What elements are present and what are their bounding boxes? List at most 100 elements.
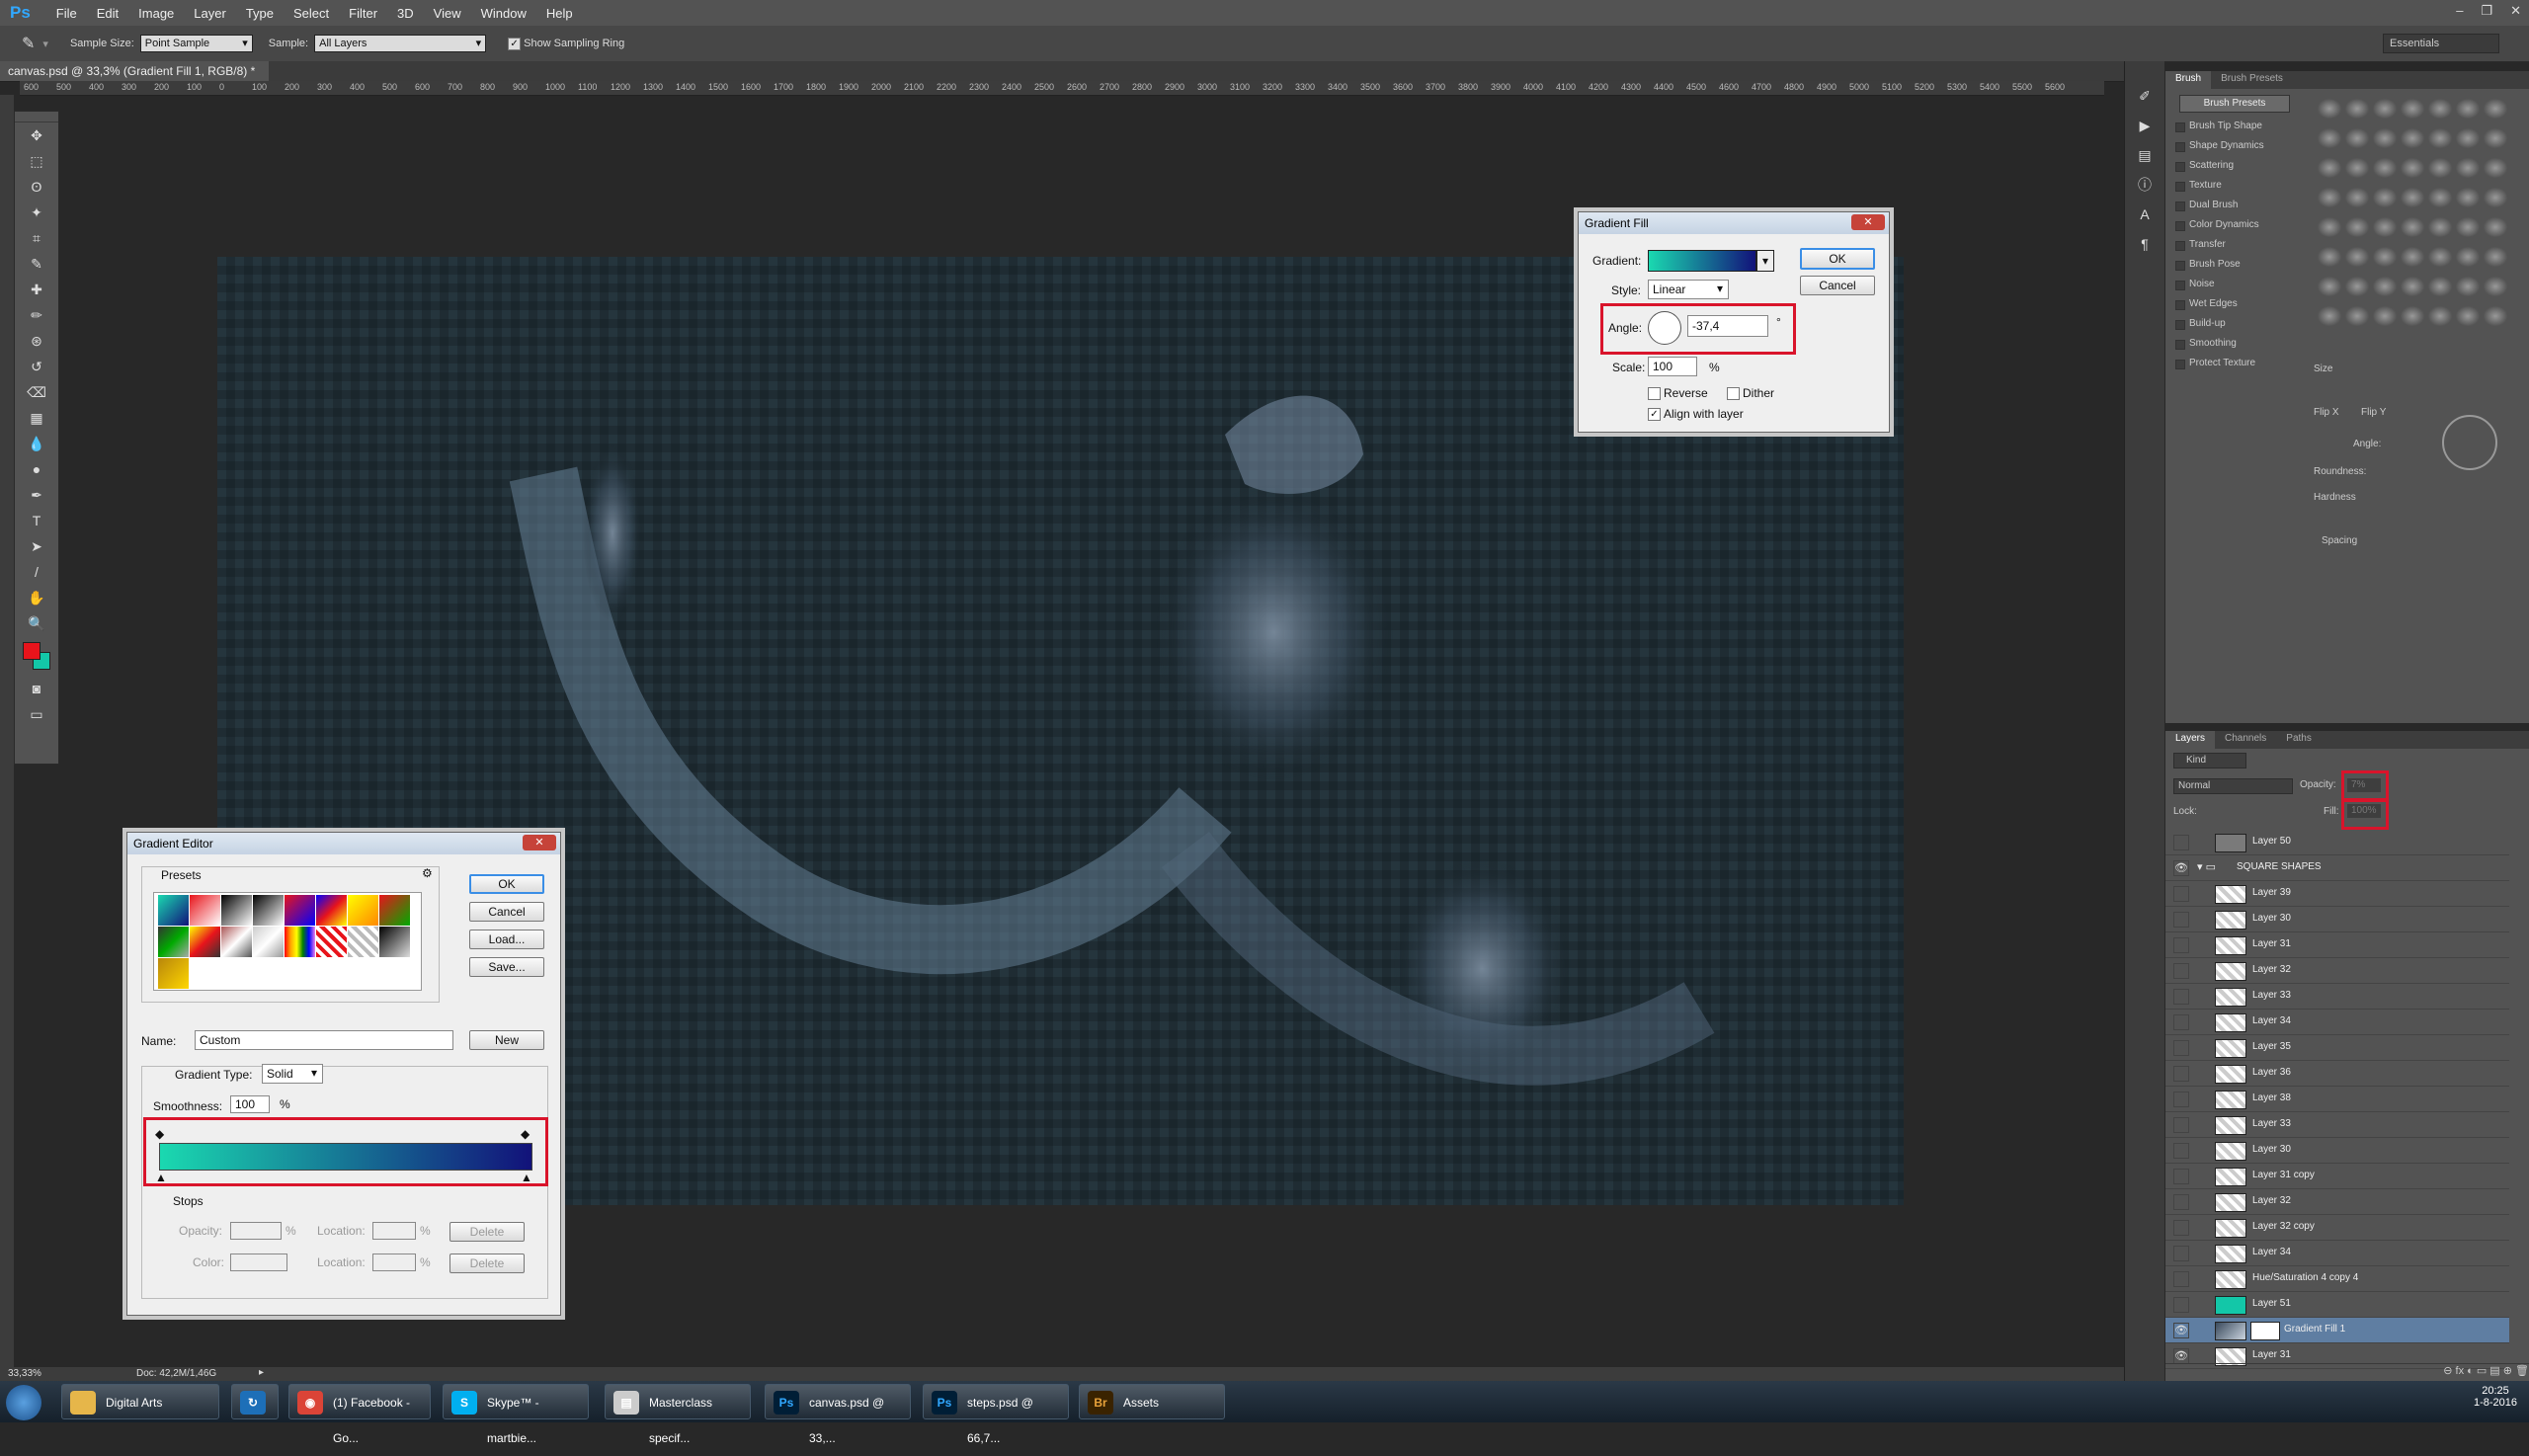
menu-layer[interactable]: Layer bbox=[184, 6, 236, 21]
minimize-icon[interactable]: – bbox=[2456, 3, 2463, 19]
tab-channels[interactable]: Channels bbox=[2215, 731, 2276, 749]
visibility-eye-icon[interactable] bbox=[2173, 1297, 2189, 1313]
layer-row[interactable]: Layer 39 bbox=[2165, 881, 2509, 907]
layer-row[interactable]: Layer 32 copy bbox=[2165, 1215, 2509, 1241]
visibility-eye-icon[interactable] bbox=[2173, 1040, 2189, 1056]
gradient-preset-swatch[interactable] bbox=[379, 927, 410, 957]
type-chevron-icon[interactable]: ▾ bbox=[311, 1066, 317, 1080]
menu-help[interactable]: Help bbox=[536, 6, 583, 21]
line-tool-icon[interactable]: / bbox=[15, 559, 58, 585]
type-tool-icon[interactable]: T bbox=[15, 508, 58, 533]
brush-tip-icon[interactable] bbox=[2484, 158, 2507, 178]
menu-file[interactable]: File bbox=[46, 6, 87, 21]
flip-y-label[interactable]: Flip Y bbox=[2361, 407, 2386, 418]
layer-row[interactable]: Layer 31 copy bbox=[2165, 1164, 2509, 1189]
brush-tip-icon[interactable] bbox=[2401, 99, 2424, 119]
tab-layers[interactable]: Layers bbox=[2165, 731, 2216, 749]
brush-tip-grid[interactable] bbox=[2318, 99, 2515, 346]
brush-tip-icon[interactable] bbox=[2373, 128, 2397, 148]
visibility-eye-icon[interactable]: 👁 bbox=[2173, 860, 2189, 876]
save-button[interactable]: Save... bbox=[469, 957, 544, 977]
brush-option-item[interactable]: Dual Brush bbox=[2165, 196, 2304, 215]
paragraph-icon[interactable]: ¶ bbox=[2125, 229, 2164, 259]
brush-tip-icon[interactable] bbox=[2456, 217, 2480, 237]
brush-tip-icon[interactable] bbox=[2484, 217, 2507, 237]
gradient-preset-swatch[interactable] bbox=[316, 895, 347, 926]
layer-row[interactable]: Layer 34 bbox=[2165, 1241, 2509, 1266]
close-icon[interactable]: ✕ bbox=[523, 835, 556, 850]
brush-tip-icon[interactable] bbox=[2345, 247, 2369, 267]
brush-option-item[interactable]: Build-up bbox=[2165, 314, 2304, 334]
path-select-tool-icon[interactable]: ➤ bbox=[15, 533, 58, 559]
brush-tip-icon[interactable] bbox=[2428, 128, 2452, 148]
menu-window[interactable]: Window bbox=[471, 6, 536, 21]
brush-tip-icon[interactable] bbox=[2456, 277, 2480, 296]
screen-mode-icon[interactable]: ▭ bbox=[15, 701, 58, 727]
document-tab[interactable]: canvas.psd @ 33,3% (Gradient Fill 1, RGB… bbox=[0, 61, 270, 81]
brush-tip-icon[interactable] bbox=[2373, 188, 2397, 207]
stop-color-swatch[interactable] bbox=[230, 1254, 287, 1271]
brush-option-item[interactable]: Texture bbox=[2165, 176, 2304, 196]
stamp-tool-icon[interactable]: ⊛ bbox=[15, 328, 58, 354]
brush-tip-icon[interactable] bbox=[2345, 158, 2369, 178]
brush-tip-icon[interactable] bbox=[2456, 306, 2480, 326]
menu-image[interactable]: Image bbox=[128, 6, 184, 21]
stop-opacity-input[interactable] bbox=[230, 1222, 282, 1240]
system-clock[interactable]: 20:25 1-8-2016 bbox=[2474, 1385, 2517, 1409]
tab-brush[interactable]: Brush bbox=[2165, 71, 2212, 89]
zoom-tool-icon[interactable]: 🔍 bbox=[15, 610, 58, 636]
layer-row[interactable]: Layer 35 bbox=[2165, 1035, 2509, 1061]
brush-tip-icon[interactable] bbox=[2401, 188, 2424, 207]
brush-option-item[interactable]: Noise bbox=[2165, 275, 2304, 294]
gradient-preset-swatch[interactable] bbox=[190, 895, 220, 926]
move-tool-icon[interactable]: ✥ bbox=[15, 122, 58, 148]
show-ring-checkbox[interactable]: ✓ bbox=[508, 37, 524, 50]
brush-tip-icon[interactable] bbox=[2318, 247, 2341, 267]
gradient-preset-swatch[interactable] bbox=[348, 927, 378, 957]
gradient-preset-swatch[interactable] bbox=[379, 895, 410, 926]
blur-tool-icon[interactable]: 💧 bbox=[15, 431, 58, 456]
zoom-level[interactable]: 33,33% bbox=[8, 1368, 41, 1379]
brush-tip-icon[interactable] bbox=[2401, 158, 2424, 178]
menu-view[interactable]: View bbox=[424, 6, 471, 21]
taskbar-button[interactable]: ↻ bbox=[231, 1384, 279, 1419]
load-button[interactable]: Load... bbox=[469, 930, 544, 949]
brush-tip-icon[interactable] bbox=[2345, 128, 2369, 148]
smoothness-input[interactable]: 100 bbox=[230, 1095, 270, 1113]
info-icon[interactable]: ⓘ bbox=[2125, 170, 2164, 200]
brush-tip-icon[interactable] bbox=[2428, 99, 2452, 119]
visibility-eye-icon[interactable] bbox=[2173, 1117, 2189, 1133]
visibility-eye-icon[interactable] bbox=[2173, 886, 2189, 902]
brush-tip-icon[interactable] bbox=[2345, 277, 2369, 296]
layer-footer-icons[interactable]: ⊖ fx ◐ ▭ ▤ ⊕ 🗑 bbox=[2165, 1363, 2529, 1382]
taskbar-button[interactable]: Br Assets bbox=[1079, 1384, 1225, 1419]
taskbar-button[interactable]: ◉ (1) Facebook - Go... bbox=[288, 1384, 431, 1445]
sample-size-select[interactable]: Point Sample bbox=[139, 35, 253, 52]
gradient-dropdown-icon[interactable]: ▾ bbox=[1756, 250, 1774, 272]
menu-select[interactable]: Select bbox=[284, 6, 339, 21]
align-checkbox[interactable]: ✓ Align with layer bbox=[1648, 407, 1744, 422]
layer-row[interactable]: 👁 Gradient Fill 1 bbox=[2165, 1318, 2509, 1343]
brush-tip-icon[interactable] bbox=[2318, 128, 2341, 148]
eyedropper-icon[interactable]: ✎ bbox=[22, 34, 35, 53]
brush-tip-icon[interactable] bbox=[2318, 99, 2341, 119]
history-icon[interactable]: ▤ bbox=[2125, 140, 2164, 170]
layer-row[interactable]: Layer 32 bbox=[2165, 1189, 2509, 1215]
actions-icon[interactable]: ▶ bbox=[2125, 111, 2164, 140]
brush-tip-icon[interactable] bbox=[2401, 306, 2424, 326]
visibility-eye-icon[interactable] bbox=[2173, 1194, 2189, 1210]
brush-presets-button[interactable]: Brush Presets bbox=[2179, 95, 2290, 113]
menu-type[interactable]: Type bbox=[236, 6, 284, 21]
brush-tip-icon[interactable] bbox=[2345, 217, 2369, 237]
brush-tip-icon[interactable] bbox=[2318, 277, 2341, 296]
brush-tip-icon[interactable] bbox=[2401, 247, 2424, 267]
hand-tool-icon[interactable]: ✋ bbox=[15, 585, 58, 610]
brush-tip-icon[interactable] bbox=[2456, 99, 2480, 119]
layer-row[interactable]: Layer 32 bbox=[2165, 958, 2509, 984]
dodge-tool-icon[interactable]: ● bbox=[15, 456, 58, 482]
ok-button[interactable]: OK bbox=[1800, 248, 1875, 270]
menu-edit[interactable]: Edit bbox=[87, 6, 128, 21]
brush-option-item[interactable]: Brush Tip Shape bbox=[2165, 117, 2304, 136]
brush-tip-icon[interactable] bbox=[2484, 128, 2507, 148]
brush-option-item[interactable]: Protect Texture bbox=[2165, 354, 2304, 373]
